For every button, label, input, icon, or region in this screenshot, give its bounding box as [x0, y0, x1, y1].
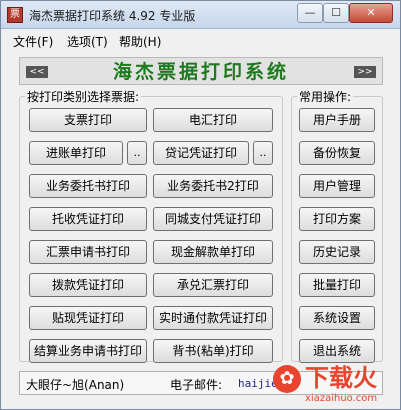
settlement-application-print-button[interactable]: 结算业务申请书打印 — [29, 339, 147, 363]
acceptance-draft-print-button[interactable]: 承兑汇票打印 — [153, 273, 273, 297]
flame-icon: ✿ — [273, 365, 301, 393]
batch-print-button[interactable]: 批量打印 — [299, 273, 375, 297]
history-records-button[interactable]: 历史记录 — [299, 240, 375, 264]
banner: << 海杰票据打印系统 >> — [19, 57, 383, 85]
watermark-brand: 下载火 — [305, 364, 377, 392]
print-scheme-button[interactable]: 打印方案 — [299, 207, 375, 231]
deposit-slip-options-button[interactable]: .. — [127, 141, 147, 165]
system-settings-button[interactable]: 系统设置 — [299, 306, 375, 330]
user-management-button[interactable]: 用户管理 — [299, 174, 375, 198]
local-payment-print-button[interactable]: 同城支付凭证打印 — [153, 207, 273, 231]
minimize-button[interactable]: — — [297, 3, 323, 23]
credit-voucher-options-button[interactable]: .. — [253, 141, 273, 165]
common-operations-label: 常用操作: — [297, 88, 354, 105]
menu-help[interactable]: 帮助(H) — [119, 33, 161, 50]
watermark-url: xiazaihuo.com — [305, 393, 378, 404]
title-bar[interactable]: 票 海杰票据打印系统 4.92 专业版 — ☐ ✕ — [1, 1, 400, 29]
window-title: 海杰票据打印系统 4.92 专业版 — [29, 9, 196, 23]
backup-restore-button[interactable]: 备份恢复 — [299, 141, 375, 165]
business-entrust-print-button[interactable]: 业务委托书打印 — [29, 174, 147, 198]
exit-system-button[interactable]: 退出系统 — [299, 339, 375, 363]
endorsement-print-button[interactable]: 背书(粘单)打印 — [153, 339, 273, 363]
menu-options[interactable]: 选项(T) — [67, 33, 108, 50]
print-category-label: 按打印类别选择票据: — [25, 88, 142, 105]
cash-deposit-print-button[interactable]: 现金解款单打印 — [153, 240, 273, 264]
collection-voucher-print-button[interactable]: 托收凭证打印 — [29, 207, 147, 231]
realtime-payment-print-button[interactable]: 实时通付款凭证打印 — [153, 306, 273, 330]
main-window: 票 海杰票据打印系统 4.92 专业版 — ☐ ✕ 文件(F) 选项(T) 帮助… — [0, 0, 401, 410]
app-icon: 票 — [7, 7, 23, 23]
email-label: 电子邮件: — [170, 378, 223, 392]
close-button[interactable]: ✕ — [349, 3, 393, 23]
maximize-button[interactable]: ☐ — [323, 3, 349, 23]
discount-voucher-print-button[interactable]: 贴现凭证打印 — [29, 306, 147, 330]
arrow-right-icon[interactable]: >> — [354, 66, 376, 78]
user-manual-button[interactable]: 用户手册 — [299, 108, 375, 132]
business-entrust2-print-button[interactable]: 业务委托书2打印 — [153, 174, 273, 198]
site-watermark: ✿ 下载火 xiazaihuo.com — [273, 363, 399, 409]
cheque-print-button[interactable]: 支票打印 — [29, 108, 147, 132]
app-title: 海杰票据打印系统 — [112, 61, 289, 83]
deposit-slip-print-button[interactable]: 进账单打印 — [29, 141, 123, 165]
menu-file[interactable]: 文件(F) — [13, 33, 53, 50]
wire-transfer-print-button[interactable]: 电汇打印 — [153, 108, 273, 132]
menu-bar: 文件(F) 选项(T) 帮助(H) — [1, 29, 400, 51]
author-text: 大眼仔~旭(Anan) — [26, 378, 125, 392]
draft-application-print-button[interactable]: 汇票申请书打印 — [29, 240, 147, 264]
allocation-voucher-print-button[interactable]: 拨款凭证打印 — [29, 273, 147, 297]
credit-voucher-print-button[interactable]: 贷记凭证打印 — [153, 141, 249, 165]
